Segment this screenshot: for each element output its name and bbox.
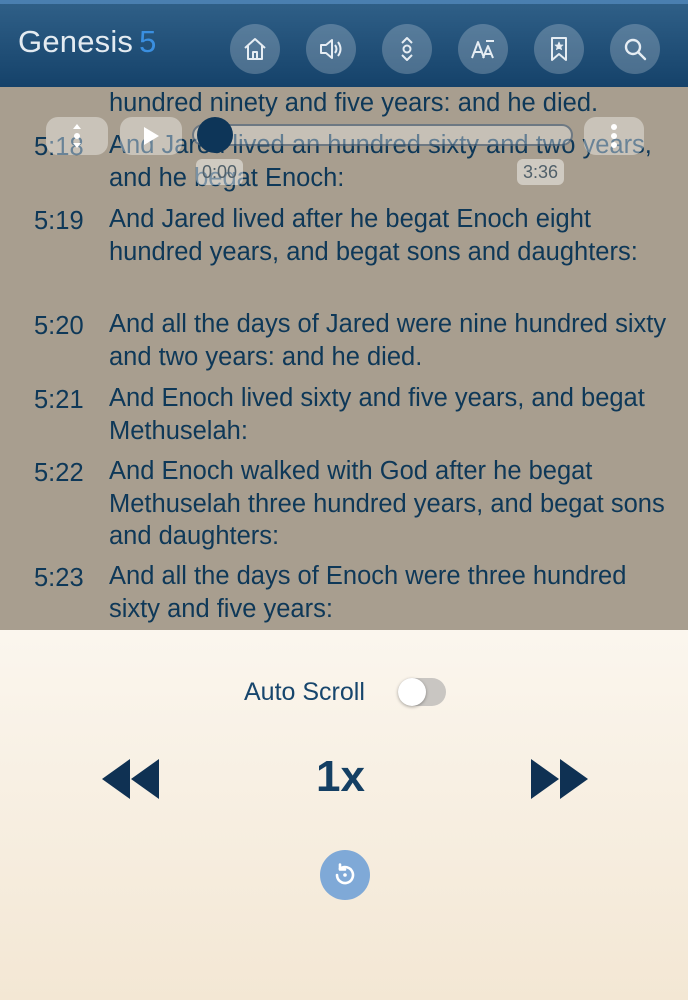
scroll-button[interactable] [382, 24, 432, 74]
reset-button[interactable] [320, 850, 370, 900]
scroll-handle-button[interactable] [46, 117, 108, 155]
audio-progress-thumb[interactable] [197, 117, 233, 153]
verse-number: 5:23 [34, 564, 84, 592]
toggle-thumb [398, 678, 426, 706]
fast-forward-button[interactable] [528, 755, 592, 803]
verse-number: 5:19 [34, 207, 84, 235]
bookmark-button[interactable] [534, 24, 584, 74]
more-vertical-icon [611, 124, 617, 148]
chapter-title[interactable]: Genesis 5 [18, 24, 157, 60]
font-size-button[interactable] [458, 24, 508, 74]
reset-icon [335, 863, 355, 885]
home-icon [244, 38, 266, 60]
search-button[interactable] [610, 24, 660, 74]
verse-number: 5:22 [34, 459, 84, 487]
book-name: Genesis [18, 24, 134, 59]
verse-text: And Jared lived after he begat Enoch eig… [109, 205, 638, 266]
verse-text: And all the days of Enoch were three hun… [109, 562, 627, 623]
more-options-button[interactable] [584, 117, 644, 155]
auto-scroll-label: Auto Scroll [244, 678, 365, 706]
search-icon [624, 38, 647, 61]
fast-forward-icon [531, 759, 588, 799]
app-header: Genesis 5 [0, 0, 688, 87]
verse-text: And Enoch walked with God after he begat… [109, 457, 665, 550]
drag-handle-icon [73, 124, 81, 148]
playback-speed-button[interactable]: 1x [316, 752, 365, 802]
auto-scroll-toggle[interactable] [398, 678, 446, 706]
verse-text: And Enoch lived sixty and five years, an… [109, 384, 645, 445]
play-button[interactable] [120, 117, 182, 155]
verse-text: And all the days of Jared were nine hund… [109, 310, 667, 371]
play-icon [144, 127, 159, 145]
scripture-text-area[interactable]: hundred ninety and five years: and he di… [0, 87, 688, 630]
verse-number: 5:20 [34, 312, 84, 340]
current-time: 0:00 [196, 159, 244, 185]
verse-text: hundred ninety and five years: and he di… [109, 89, 599, 117]
total-time: 3:36 [517, 159, 565, 185]
speaker-icon [320, 39, 342, 59]
home-button[interactable] [230, 24, 280, 74]
audio-button[interactable] [306, 24, 356, 74]
font-size-icon [471, 40, 494, 59]
audio-progress-track[interactable] [192, 124, 573, 146]
verse-number: 5:21 [34, 386, 84, 414]
bookmark-icon [551, 37, 567, 61]
rewind-button[interactable] [98, 755, 162, 803]
rewind-icon [102, 759, 159, 799]
chapter-number: 5 [139, 24, 157, 59]
scroll-arrows-icon [401, 37, 413, 61]
